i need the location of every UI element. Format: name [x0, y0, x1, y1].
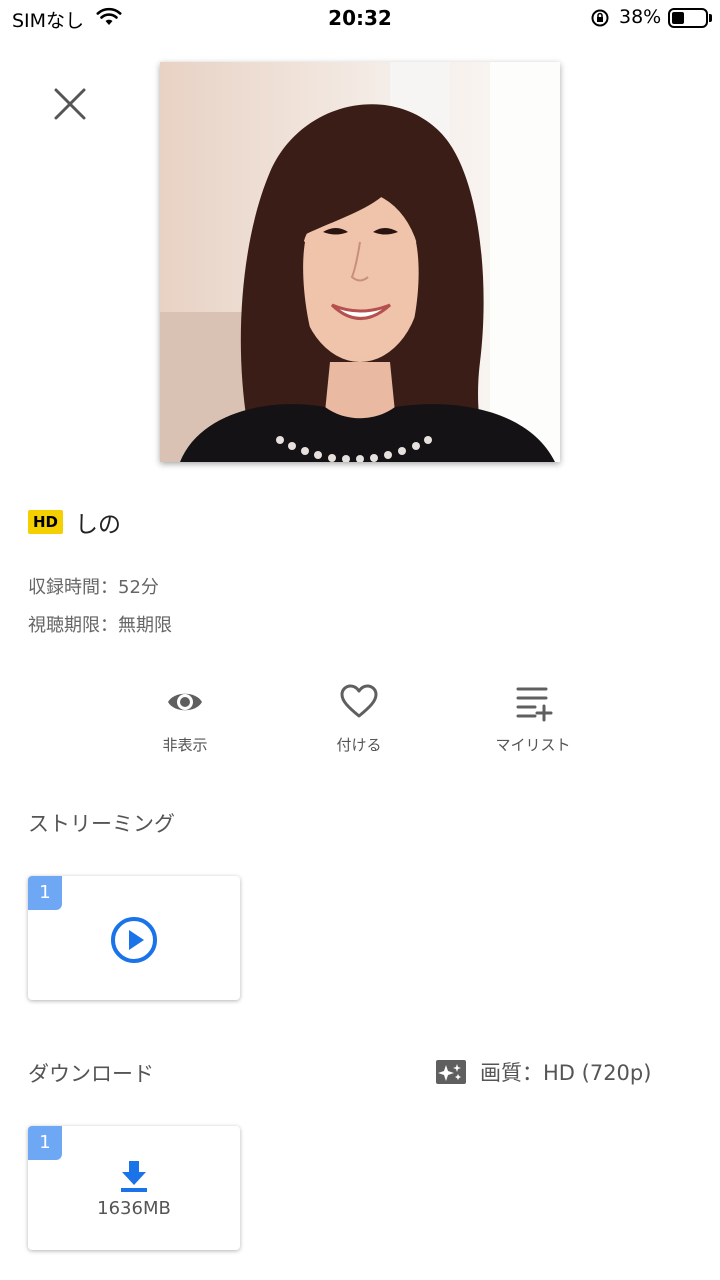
hd-badge: HD	[28, 510, 64, 534]
hide-label: 非表示	[162, 736, 208, 754]
hide-button[interactable]: 非表示	[115, 682, 255, 755]
streaming-card[interactable]: 1	[28, 876, 240, 1000]
favorite-label: 付ける	[336, 736, 382, 754]
download-number-badge: 1	[28, 1126, 62, 1160]
battery-percent: 38%	[619, 6, 662, 28]
duration-text: 収録時間：52分	[28, 577, 159, 598]
download-size: 1636MB	[97, 1198, 171, 1219]
close-icon	[54, 88, 86, 120]
battery-icon	[668, 8, 708, 28]
mylist-button[interactable]: マイリスト	[463, 682, 603, 755]
download-icon	[121, 1161, 147, 1192]
heart-icon	[340, 684, 378, 718]
play-circle-icon	[111, 917, 157, 963]
video-title: しの	[75, 512, 122, 538]
status-bar: SIMなし 20:32 38%	[0, 0, 720, 36]
favorite-button[interactable]: 付ける	[289, 682, 429, 755]
mylist-label: マイリスト	[495, 736, 571, 754]
battery-level-fill	[672, 12, 684, 24]
close-button[interactable]	[48, 82, 92, 126]
streaming-number-badge: 1	[28, 876, 62, 910]
download-section-title: ダウンロード	[28, 1062, 154, 1086]
streaming-section-title: ストリーミング	[28, 812, 175, 836]
expiry-text: 視聴期限：無期限	[28, 615, 172, 636]
battery-tip	[709, 14, 712, 22]
hd-quality-icon	[436, 1060, 466, 1084]
quality-indicator[interactable]: 画質：HD (720p)	[436, 1056, 651, 1088]
playlist-add-icon	[516, 687, 553, 722]
download-card[interactable]: 1 1636MB	[28, 1126, 240, 1250]
clock: 20:32	[328, 6, 392, 30]
rotation-lock-icon	[591, 9, 609, 27]
quality-text: 画質：HD (720p)	[480, 1061, 652, 1085]
portrait-image	[160, 62, 560, 462]
video-thumbnail	[160, 62, 560, 462]
title-row: HD しの	[28, 506, 121, 538]
eye-icon	[168, 693, 202, 711]
